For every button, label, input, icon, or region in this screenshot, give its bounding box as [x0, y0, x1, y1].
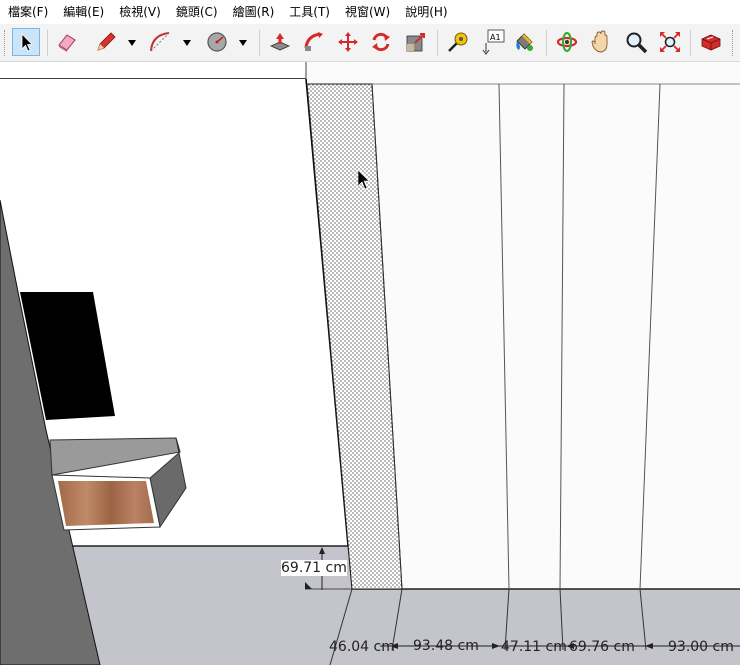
main-toolbar: A1 [0, 24, 740, 62]
dimension-label-4[interactable]: 69.76 cm [569, 639, 635, 655]
toolbar-separator [259, 30, 260, 56]
follow-me-icon [304, 32, 323, 51]
eraser-icon [58, 34, 76, 52]
orbit-tool-button[interactable] [553, 28, 581, 56]
tape-measure-tool-button[interactable] [444, 28, 472, 56]
zoom-extents-icon [660, 32, 680, 52]
scene-drawing [0, 62, 740, 665]
menu-file[interactable]: 檔案(F) [0, 0, 55, 24]
menu-draw[interactable]: 繪圖(R) [225, 0, 282, 24]
menu-camera[interactable]: 鏡頭(C) [168, 0, 225, 24]
push-pull-tool-button[interactable] [266, 28, 294, 56]
paint-bucket-tool-button[interactable] [511, 28, 539, 56]
rotate-icon [372, 32, 390, 52]
toolbar-separator [546, 30, 547, 56]
zoom-tool-button[interactable] [622, 28, 650, 56]
orbit-icon [556, 31, 578, 53]
toolbar-grip[interactable] [4, 30, 8, 56]
menu-bar: 檔案(F) 編輯(E) 檢視(V) 鏡頭(C) 繪圖(R) 工具(T) 視窗(W… [0, 0, 740, 24]
dimension-label-1[interactable]: 46.04 cm [329, 639, 395, 655]
menu-edit[interactable]: 編輯(E) [55, 0, 111, 24]
select-tool-button[interactable] [12, 28, 40, 56]
dimension-label-3[interactable]: 47.11 cm [501, 639, 567, 655]
menu-view[interactable]: 檢視(V) [111, 0, 168, 24]
paint-bucket-icon [516, 33, 533, 51]
menu-window[interactable]: 視窗(W) [337, 0, 397, 24]
zoom-extents-tool-button[interactable] [656, 28, 684, 56]
arc-tool-button[interactable] [146, 28, 174, 56]
arc-icon [150, 32, 170, 52]
pencil-tool-button[interactable] [92, 28, 120, 56]
pencil-icon [97, 32, 116, 51]
rotate-tool-button[interactable] [367, 28, 395, 56]
menu-tools[interactable]: 工具(T) [281, 0, 337, 24]
components-tool-button[interactable] [697, 28, 725, 56]
chevron-down-icon[interactable] [127, 38, 137, 48]
move-icon [338, 32, 358, 52]
text-tool-label: A1 [490, 33, 501, 42]
push-pull-icon [270, 33, 290, 51]
eraser-tool-button[interactable] [53, 28, 81, 56]
pan-tool-button[interactable] [587, 28, 615, 56]
zoom-icon [626, 32, 648, 54]
model-viewport[interactable]: 69.71 cm 46.04 cm 93.48 cm 47.11 cm 69.7… [0, 62, 740, 665]
menu-help[interactable]: 說明(H) [397, 0, 454, 24]
circle-tool-button[interactable] [203, 28, 231, 56]
pan-icon [591, 30, 608, 53]
chevron-down-icon[interactable] [238, 38, 248, 48]
dimension-label-5[interactable]: 93.00 cm [668, 639, 734, 655]
circle-icon [207, 32, 227, 52]
toolbar-grip[interactable] [732, 30, 736, 56]
dimension-label-2[interactable]: 93.48 cm [413, 638, 479, 654]
tape-measure-icon [448, 32, 468, 52]
components-icon [701, 34, 721, 51]
text-tool-button[interactable]: A1 [479, 28, 507, 56]
toolbar-separator [690, 30, 691, 56]
follow-me-tool-button[interactable] [300, 28, 328, 56]
chevron-down-icon[interactable] [182, 38, 192, 48]
toolbar-separator [437, 30, 438, 56]
scale-icon [406, 33, 425, 52]
scale-tool-button[interactable] [402, 28, 430, 56]
dimension-label-vertical[interactable]: 69.71 cm [281, 560, 347, 576]
toolbar-separator [47, 30, 48, 56]
select-icon [21, 33, 33, 52]
tv-cabinet-wood-door [58, 481, 154, 526]
move-tool-button[interactable] [334, 28, 362, 56]
text-icon: A1 [482, 29, 505, 55]
